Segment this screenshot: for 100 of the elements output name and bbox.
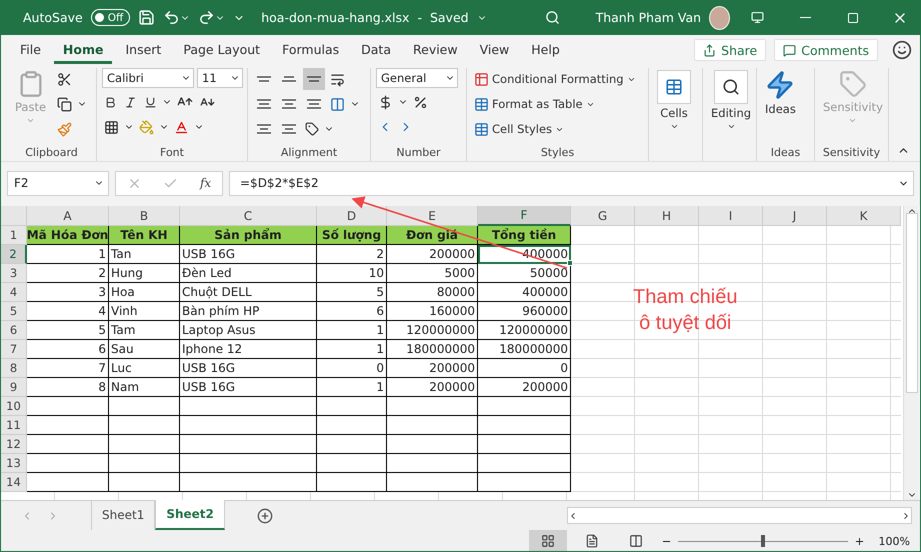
font-size-field[interactable]: 11 bbox=[197, 68, 243, 88]
column-header[interactable]: F bbox=[478, 206, 571, 226]
table-cell: USB 16G bbox=[180, 245, 317, 264]
align-center-icon bbox=[282, 99, 296, 109]
scissors-icon bbox=[57, 72, 72, 86]
column-header[interactable]: A bbox=[27, 206, 109, 226]
row-header[interactable]: 12 bbox=[1, 435, 27, 454]
ribbon-tab[interactable]: Insert bbox=[116, 36, 170, 64]
row-header[interactable]: 2 bbox=[1, 245, 27, 264]
table-cell: 180000000 bbox=[478, 340, 571, 359]
group-label: Clipboard bbox=[24, 146, 79, 161]
row-header[interactable]: 6 bbox=[1, 321, 27, 340]
row-header[interactable]: 4 bbox=[1, 283, 27, 302]
search-icon[interactable] bbox=[544, 10, 560, 25]
annotation-text: Tham chiếu ô tuyệt dối bbox=[633, 285, 738, 336]
group-label: Number bbox=[395, 146, 442, 161]
row-header[interactable]: 7 bbox=[1, 340, 27, 359]
row-header[interactable]: 1 bbox=[1, 226, 27, 245]
column-header[interactable]: E bbox=[387, 206, 478, 226]
caret-icon bbox=[726, 122, 736, 131]
ribbon-tab[interactable]: Home bbox=[54, 36, 112, 64]
row-header[interactable]: 10 bbox=[1, 397, 27, 416]
minimize-icon bbox=[800, 17, 811, 18]
ribbon-tab[interactable]: View bbox=[470, 36, 518, 64]
redo-icon[interactable] bbox=[198, 9, 216, 26]
table-cell: 960000 bbox=[478, 302, 571, 321]
underline-icon bbox=[144, 96, 157, 108]
autosave-label: AutoSave bbox=[23, 10, 83, 25]
table-cell: 200000 bbox=[478, 378, 571, 397]
number-format-field[interactable]: General bbox=[376, 68, 458, 88]
table-cell: 3 bbox=[27, 283, 109, 302]
formula-field[interactable]: =$D$2*$E$2 bbox=[229, 170, 914, 196]
table-cell: 5 bbox=[317, 283, 387, 302]
share-button[interactable]: Share bbox=[694, 39, 766, 61]
align-lines-icon bbox=[307, 76, 321, 82]
table-cell: Hung bbox=[109, 264, 180, 283]
column-header[interactable]: J bbox=[763, 206, 827, 226]
row-header[interactable]: 5 bbox=[1, 302, 27, 321]
align-lines-icon bbox=[257, 76, 271, 82]
font-name-field[interactable]: Calibri bbox=[102, 68, 194, 88]
cells-button[interactable]: Cells bbox=[654, 68, 694, 161]
column-header[interactable]: B bbox=[109, 206, 180, 226]
comments-button[interactable]: Comments bbox=[774, 39, 878, 61]
search-icon bbox=[714, 70, 748, 104]
zoom-slider-thumb[interactable] bbox=[760, 535, 765, 547]
column-header[interactable]: D bbox=[317, 206, 387, 226]
ribbon-tab[interactable]: Help bbox=[522, 36, 569, 64]
styles-menu-item[interactable]: Format as Table bbox=[472, 93, 638, 115]
vertical-scrollbar[interactable] bbox=[903, 206, 919, 500]
table-cell: Bàn phím HP bbox=[180, 302, 317, 321]
column-header[interactable]: H bbox=[635, 206, 699, 226]
scrollbar-thumb[interactable] bbox=[906, 213, 918, 393]
insert-function-button[interactable]: fx bbox=[200, 176, 212, 190]
styles-menu-item[interactable]: Conditional Formatting bbox=[472, 68, 638, 90]
smiley-icon[interactable] bbox=[892, 40, 912, 60]
group-label: Sensitivity bbox=[822, 146, 882, 161]
row-header[interactable]: 3 bbox=[1, 264, 27, 283]
zoom-in-icon[interactable] bbox=[854, 536, 865, 546]
ribbon-tab[interactable]: Page Layout bbox=[174, 36, 270, 64]
row-header[interactable]: 11 bbox=[1, 416, 27, 435]
ribbon-tab[interactable]: File bbox=[11, 36, 50, 64]
table-cell: 6 bbox=[27, 340, 109, 359]
group-label: Ideas bbox=[770, 146, 802, 161]
group-label: Styles bbox=[540, 146, 576, 161]
vertical-align-button[interactable] bbox=[303, 68, 325, 90]
row-header[interactable]: 14 bbox=[1, 473, 27, 492]
table-cell: Sau bbox=[109, 340, 180, 359]
column-header[interactable]: G bbox=[571, 206, 635, 226]
table-cell: 8 bbox=[27, 378, 109, 397]
name-box[interactable]: F2 bbox=[7, 170, 109, 196]
ribbon-tab[interactable]: Data bbox=[352, 36, 400, 64]
row-header[interactable]: 8 bbox=[1, 359, 27, 378]
ribbon-tab[interactable]: Review bbox=[404, 36, 467, 64]
caret-icon bbox=[670, 122, 678, 131]
save-icon[interactable] bbox=[138, 9, 156, 26]
column-header[interactable]: I bbox=[699, 206, 763, 226]
table-cell: USB 16G bbox=[180, 359, 317, 378]
add-sheet-icon[interactable] bbox=[256, 508, 273, 524]
ideas-button[interactable]: Ideas bbox=[762, 68, 799, 146]
page-icon bbox=[584, 534, 599, 548]
view-button[interactable] bbox=[528, 530, 567, 551]
undo-icon[interactable] bbox=[163, 9, 180, 26]
avatar[interactable] bbox=[709, 6, 730, 30]
ribbon-tab[interactable]: Formulas bbox=[273, 36, 348, 64]
table-cell: 1 bbox=[317, 321, 387, 340]
group-label: Font bbox=[159, 146, 185, 161]
title-separator: - bbox=[417, 10, 422, 25]
column-header[interactable]: K bbox=[827, 206, 901, 226]
sheet-tab[interactable]: Sheet2 bbox=[155, 500, 225, 530]
autosave-toggle[interactable]: Off bbox=[90, 9, 130, 26]
row-header[interactable]: 9 bbox=[1, 378, 27, 397]
styles-menu-item[interactable]: Cell Styles bbox=[472, 118, 638, 140]
horizontal-scrollbar[interactable] bbox=[567, 507, 912, 524]
table-cell: Tan bbox=[109, 245, 180, 264]
copy-icon bbox=[57, 96, 72, 112]
row-header[interactable]: 13 bbox=[1, 454, 27, 473]
file-name: hoa-don-mua-hang.xlsx bbox=[261, 10, 410, 25]
fill-handle[interactable] bbox=[567, 260, 573, 266]
editing-button[interactable]: Editing bbox=[708, 68, 754, 161]
column-header[interactable]: C bbox=[180, 206, 317, 226]
